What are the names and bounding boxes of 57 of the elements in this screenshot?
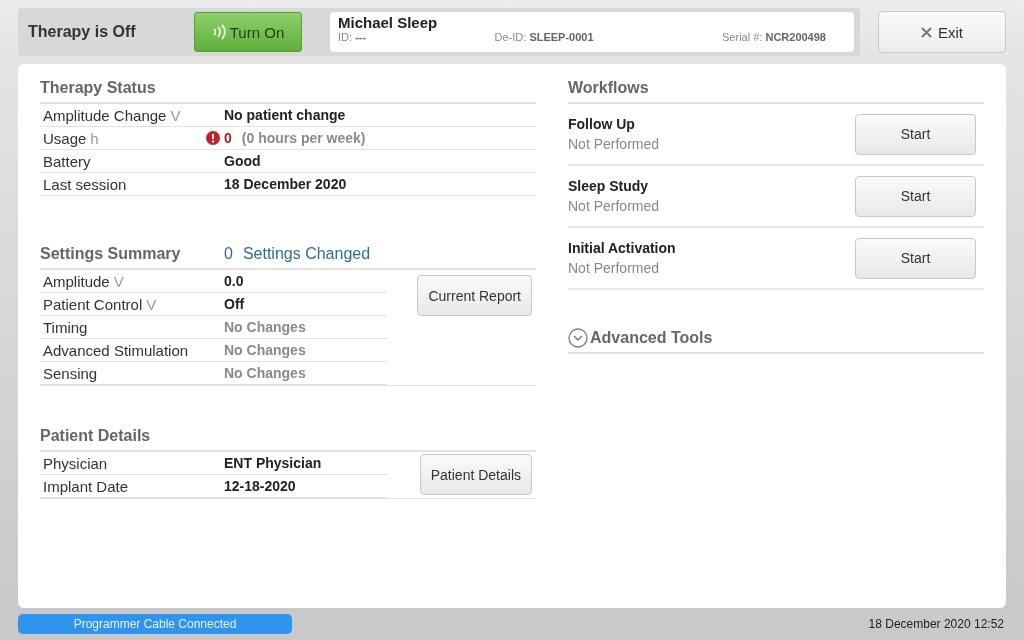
- patient-field: De-ID: SLEEP-0001: [494, 31, 594, 43]
- row-label: Last session: [43, 175, 127, 193]
- unit-label: h: [90, 129, 99, 147]
- unit-label: V: [113, 272, 124, 290]
- row-label: Patient Control: [43, 295, 143, 313]
- row-value: 12-18-2020: [224, 478, 296, 494]
- patient-details-button[interactable]: Patient Details: [419, 454, 532, 495]
- current-report-button[interactable]: Current Report: [417, 275, 532, 316]
- connection-status: Programmer Cable Connected: [18, 614, 292, 634]
- row-label: Amplitude Change: [43, 106, 167, 124]
- settings-changed-label: Settings Changed: [242, 245, 371, 263]
- row-label: Implant Date: [43, 477, 129, 495]
- row-label: Battery: [43, 152, 91, 170]
- unit-label: V: [146, 295, 157, 313]
- row-label: Sensing: [43, 364, 98, 382]
- section-title: Patient Details: [40, 427, 152, 445]
- workflow-name: Sleep Study: [568, 178, 650, 194]
- patient-field: ID: ---: [338, 31, 367, 43]
- row-value: Good: [224, 153, 261, 169]
- signal-icon: [211, 24, 226, 40]
- date-time: 18 December 2020 12:52: [868, 617, 1004, 631]
- chevron-icon: [568, 328, 588, 348]
- workflow-name: Initial Activation: [568, 240, 677, 256]
- row-value: No patient change: [224, 107, 346, 123]
- row-value: ENT Physician: [224, 455, 322, 471]
- row-value: Off: [224, 296, 245, 312]
- row-value: 0: [224, 130, 232, 146]
- therapy-status: Therapy is Off: [28, 23, 137, 41]
- workflow-status: Not Performed: [568, 198, 661, 214]
- row-value: 0.0: [224, 273, 244, 289]
- start-button[interactable]: Start: [855, 113, 976, 155]
- advanced-tools-toggle[interactable]: Advanced Tools: [568, 328, 984, 354]
- patient-name: Michael Sleep: [338, 14, 439, 31]
- row-label: Advanced Stimulation: [43, 341, 189, 359]
- row-value: 18 December 2020: [224, 176, 347, 192]
- row-label: Timing: [43, 318, 88, 336]
- section-title: Therapy Status: [40, 79, 157, 97]
- settings-changed-count: 0: [224, 245, 233, 263]
- row-note: (0 hours per week): [241, 130, 366, 146]
- exit-button[interactable]: Exit: [878, 11, 1006, 53]
- unit-label: V: [170, 106, 181, 124]
- row-label: Amplitude: [43, 272, 110, 290]
- workflow-status: Not Performed: [568, 260, 661, 276]
- workflow-status: Not Performed: [568, 136, 661, 152]
- workflow-name: Follow Up: [568, 116, 636, 132]
- start-button[interactable]: Start: [855, 175, 976, 217]
- start-button[interactable]: Start: [855, 237, 976, 279]
- section-title: Workflows: [568, 79, 650, 97]
- section-title: Settings Summary: [40, 245, 182, 263]
- close-icon: [921, 26, 932, 38]
- patient-field: Serial #: NCR200498: [722, 31, 826, 43]
- row-label: Physician: [43, 454, 108, 472]
- row-value: No Changes: [224, 319, 306, 335]
- row-value: No Changes: [224, 365, 306, 381]
- turn-on-button[interactable]: Turn On: [194, 12, 302, 52]
- row-label: Usage: [43, 129, 87, 147]
- row-value: No Changes: [224, 342, 306, 358]
